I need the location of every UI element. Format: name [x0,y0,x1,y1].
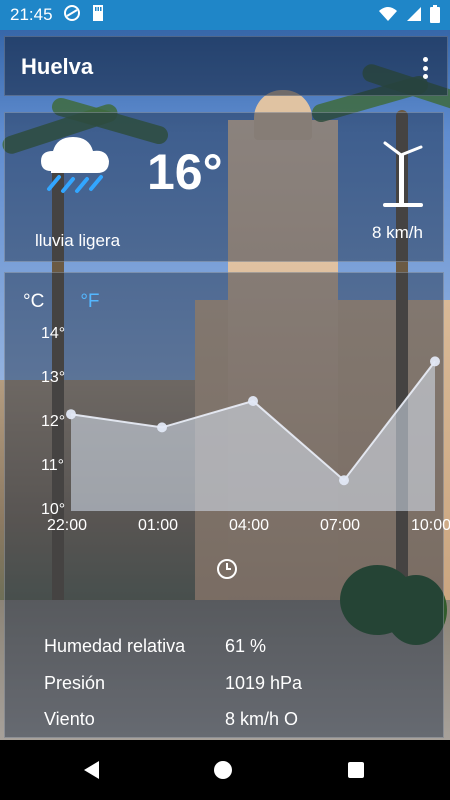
wind-speed: 8 km/h [371,223,423,242]
pressure-value: 1019 hPa [225,673,303,693]
temperature-area [71,361,435,511]
cloud-rain-icon [39,129,111,201]
forecast-chart-card: °C °F 14° 13° 12° 11° 10° 22:00 01:00 04:00 07:… [4,272,450,738]
humidity-label: Humedad relativa [44,636,186,656]
wifi-icon [378,6,398,27]
back-icon[interactable] [83,761,99,779]
pressure-label: Presión [44,673,106,693]
battery-icon [430,5,440,28]
more-vert-icon[interactable] [423,57,429,79]
temperature-point [339,475,349,486]
forecast-area-chart [66,356,440,511]
app-bar: Huelva [4,36,448,96]
status-time: 21:45 [10,5,53,24]
wind-turbine-icon [377,137,427,213]
temperature-point [248,396,258,406]
current-temperature: 16° [147,144,223,200]
detail-row-wind: Viento 8 km/h O [44,709,414,737]
navigation-bar [0,740,450,800]
current-weather-card: 16° lluvia ligera 8 km/h [4,112,444,262]
detail-row-humidity: Humedad relativa 61 % [44,636,414,664]
condition-text: lluvia ligera [35,231,121,250]
temperature-point [66,409,76,420]
wind-label: Viento [44,709,95,729]
city-title: Huelva [21,54,94,79]
sync-icon [63,4,81,27]
status-bar: 21:45 [0,0,450,30]
clock-icon [217,559,237,579]
sd-card-icon [91,4,105,27]
detail-row-pressure: Presión 1019 hPa [44,673,414,701]
temperature-point [157,422,167,433]
temperature-point [430,356,440,367]
recent-apps-icon[interactable] [348,762,365,778]
wind-value: 8 km/h O [225,709,299,729]
signal-icon [406,6,422,27]
home-icon[interactable] [214,761,233,779]
humidity-value: 61 % [225,636,267,656]
